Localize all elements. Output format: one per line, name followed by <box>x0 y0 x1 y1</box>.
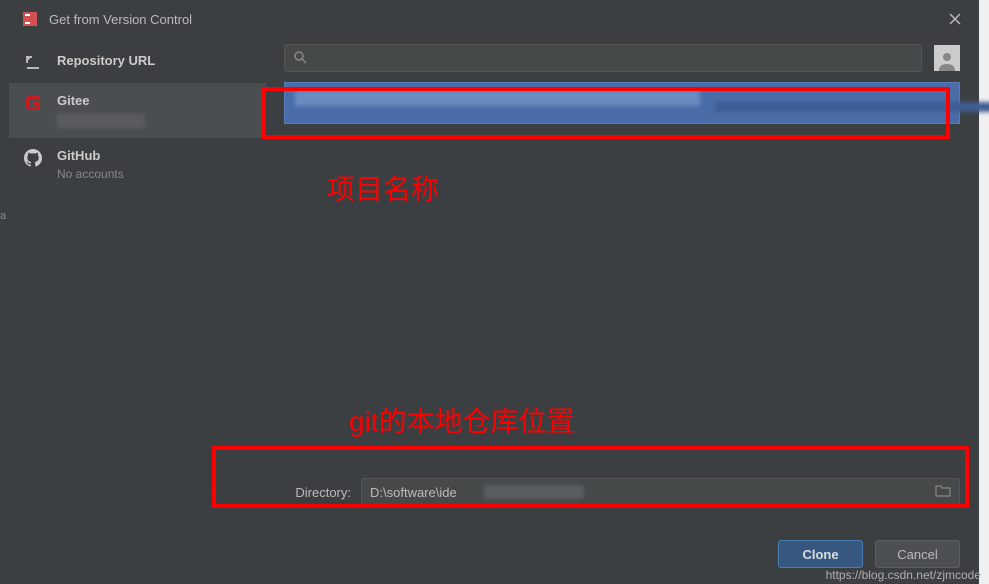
cancel-button[interactable]: Cancel <box>875 540 960 568</box>
button-row: Clone Cancel <box>778 540 960 568</box>
search-input[interactable] <box>284 44 922 72</box>
search-row <box>266 44 978 82</box>
blurred-account <box>57 114 145 128</box>
clone-button[interactable]: Clone <box>778 540 863 568</box>
repository-item-selected[interactable] <box>284 82 960 124</box>
sidebar-item-sublabel: No accounts <box>57 167 124 181</box>
github-icon <box>23 148 43 168</box>
sidebar-item-label: Gitee <box>57 93 145 108</box>
close-icon[interactable] <box>944 8 966 30</box>
sidebar-item-gitee[interactable]: Gitee <box>9 83 266 138</box>
avatar[interactable] <box>934 45 960 71</box>
blurred-repo-name <box>295 90 700 106</box>
repository-url-icon <box>23 53 43 73</box>
search-icon <box>293 50 307 67</box>
folder-icon[interactable] <box>935 484 951 501</box>
blurred-repo-path <box>715 102 989 112</box>
dialog-title: Get from Version Control <box>49 12 944 27</box>
directory-label: Directory: <box>284 485 351 500</box>
titlebar: Get from Version Control <box>9 0 978 38</box>
blurred-directory-suffix <box>484 485 584 499</box>
sidebar-item-label: GitHub <box>57 148 124 163</box>
background-strip <box>979 0 989 584</box>
gitee-icon <box>23 93 43 113</box>
watermark: https://blog.csdn.net/zjmcode <box>826 568 981 582</box>
directory-value: D:\software\ide <box>370 485 457 500</box>
dialog: Get from Version Control Repository URL <box>9 0 978 576</box>
sidebar-item-github[interactable]: GitHub No accounts <box>9 138 266 191</box>
sidebar: Repository URL Gitee <box>9 38 266 524</box>
app-icon <box>21 10 39 28</box>
main-panel: Directory: D:\software\ide <box>266 38 978 524</box>
background-text: a <box>0 210 6 222</box>
content-area: Repository URL Gitee <box>9 38 978 524</box>
directory-row: Directory: D:\software\ide <box>284 478 960 506</box>
sidebar-item-repository-url[interactable]: Repository URL <box>9 43 266 83</box>
sidebar-item-label: Repository URL <box>57 53 155 68</box>
directory-input[interactable]: D:\software\ide <box>361 478 960 506</box>
